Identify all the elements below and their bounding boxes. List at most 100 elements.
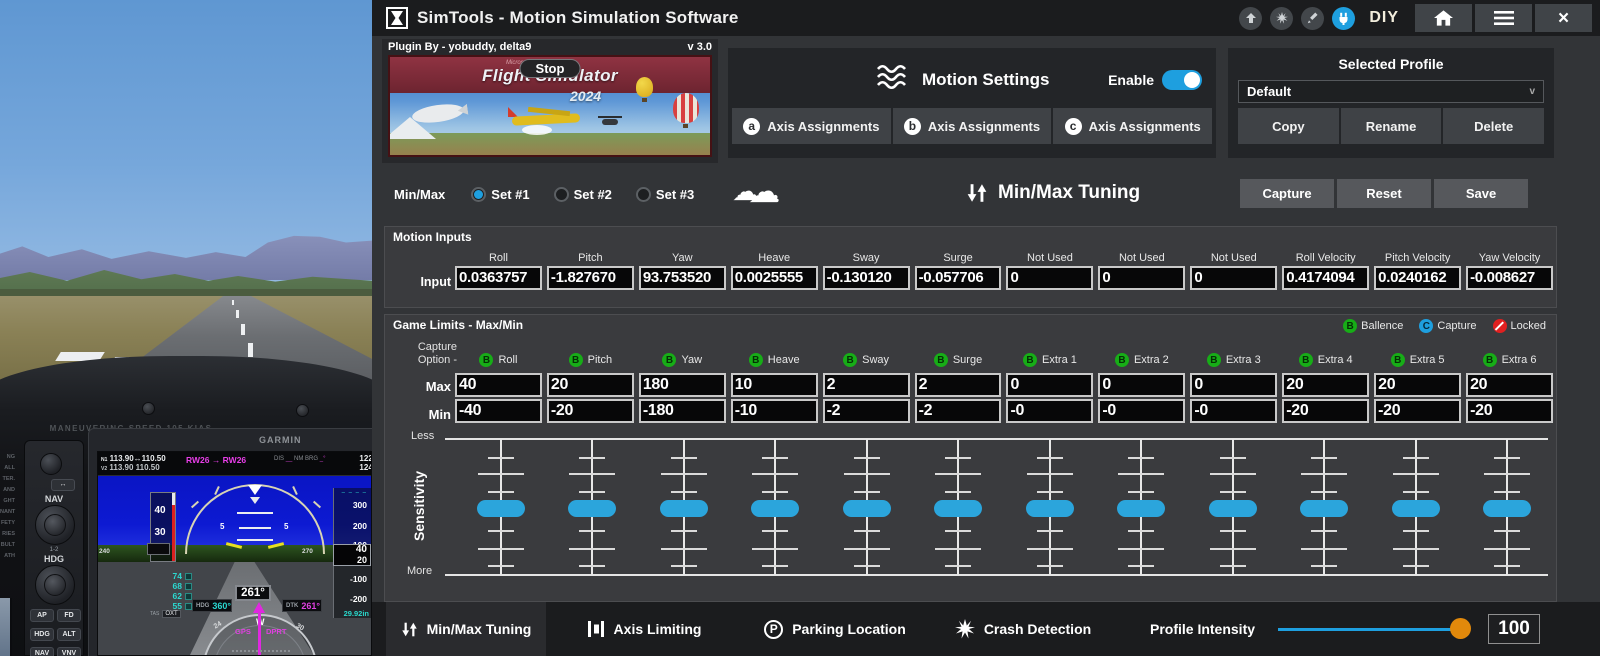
slider-handle[interactable] (934, 500, 982, 517)
hdg-button[interactable]: HDG (30, 628, 54, 641)
game-limit-min-value[interactable]: -20 (547, 399, 634, 423)
nav-button[interactable]: NAV (30, 647, 54, 656)
ballence-badge-icon[interactable]: B (934, 353, 948, 367)
ballence-badge-icon[interactable]: B (1115, 353, 1129, 367)
reset-button[interactable]: Reset (1337, 179, 1431, 208)
fd-button[interactable]: FD (57, 609, 81, 622)
ballence-badge-icon[interactable]: B (1483, 353, 1497, 367)
motion-input-value[interactable]: -0.008627 (1466, 266, 1553, 290)
close-button[interactable]: × (1535, 4, 1592, 32)
sensitivity-slider[interactable] (821, 439, 913, 575)
game-limit-min-value[interactable]: -10 (731, 399, 818, 423)
sensitivity-slider[interactable] (1187, 439, 1279, 575)
profile-intensity-knob[interactable] (1450, 618, 1471, 639)
game-limit-max-value[interactable]: 20 (547, 373, 634, 397)
slider-handle[interactable] (1117, 500, 1165, 517)
alt-button[interactable]: ALT (57, 628, 81, 641)
nav-knob[interactable] (35, 505, 75, 545)
sensitivity-slider[interactable] (1370, 439, 1462, 575)
game-limit-max-value[interactable]: 20 (1282, 373, 1369, 397)
menu-button[interactable] (1475, 4, 1532, 32)
motion-input-value[interactable]: 0 (1098, 266, 1185, 290)
game-limit-min-value[interactable]: -20 (1466, 399, 1553, 423)
sensitivity-slider[interactable] (1279, 439, 1371, 575)
slider-handle[interactable] (1209, 500, 1257, 517)
axis-assignments-c-button[interactable]: c Axis Assignments (1053, 108, 1212, 144)
ballence-badge-icon[interactable]: B (1207, 353, 1221, 367)
hdg-knob[interactable] (35, 565, 75, 605)
set2-radio[interactable]: Set #2 (554, 187, 612, 202)
sensitivity-slider[interactable] (1096, 439, 1188, 575)
capture-button[interactable]: Capture (1240, 179, 1334, 208)
slider-handle[interactable] (1300, 500, 1348, 517)
sensitivity-slider[interactable] (1462, 439, 1554, 575)
ballence-badge-icon[interactable]: B (1023, 353, 1037, 367)
ballence-badge-icon[interactable]: B (1391, 353, 1405, 367)
game-limit-max-value[interactable]: 0 (1098, 373, 1185, 397)
frequency-swap-button[interactable]: ↔ (51, 479, 75, 491)
game-limit-min-value[interactable]: -0 (1006, 399, 1093, 423)
slider-handle[interactable] (1026, 500, 1074, 517)
set3-radio[interactable]: Set #3 (636, 187, 694, 202)
game-limit-min-value[interactable]: -0 (1190, 399, 1277, 423)
motion-input-value[interactable]: -1.827670 (547, 266, 634, 290)
motion-input-value[interactable]: 0 (1190, 266, 1277, 290)
game-limit-max-value[interactable]: 0 (1006, 373, 1093, 397)
motion-input-value[interactable]: 0.4174094 (1282, 266, 1369, 290)
game-limit-max-value[interactable]: 20 (1374, 373, 1461, 397)
motion-input-value[interactable]: 0.0240162 (1374, 266, 1461, 290)
tab-minmax-tuning[interactable]: Min/Max Tuning (386, 602, 546, 656)
axis-assignments-a-button[interactable]: a Axis Assignments (732, 108, 891, 144)
plugin-icon[interactable] (1332, 7, 1355, 30)
motion-input-value[interactable]: -0.130120 (823, 266, 910, 290)
ballence-badge-icon[interactable]: B (662, 353, 676, 367)
slider-handle[interactable] (751, 500, 799, 517)
tab-axis-limiting[interactable]: Axis Limiting (558, 602, 730, 656)
weather-clouds-icon[interactable]: ☁☁ (732, 178, 784, 210)
ballence-badge-icon[interactable]: B (843, 353, 857, 367)
motion-input-value[interactable]: 0.0363757 (455, 266, 542, 290)
sensitivity-slider[interactable] (913, 439, 1005, 575)
profile-intensity-track[interactable] (1278, 628, 1464, 631)
slider-handle[interactable] (477, 500, 525, 517)
nav-knob-inner[interactable] (44, 514, 66, 536)
stop-button[interactable]: Stop (520, 59, 581, 78)
tab-crash-detection[interactable]: Crash Detection (934, 602, 1112, 656)
edit-icon[interactable] (1301, 7, 1324, 30)
update-icon[interactable] (1239, 7, 1262, 30)
slider-handle[interactable] (1483, 500, 1531, 517)
motion-input-value[interactable]: -0.057706 (915, 266, 1002, 290)
hdg-knob-inner[interactable] (44, 574, 66, 596)
axis-assignments-b-button[interactable]: b Axis Assignments (893, 108, 1052, 144)
motion-input-value[interactable]: 93.753520 (639, 266, 726, 290)
delete-button[interactable]: Delete (1443, 108, 1544, 144)
rename-button[interactable]: Rename (1341, 108, 1442, 144)
sensitivity-slider[interactable] (730, 439, 822, 575)
game-limit-min-value[interactable]: -2 (915, 399, 1002, 423)
home-button[interactable] (1415, 4, 1472, 32)
slider-handle[interactable] (660, 500, 708, 517)
motion-input-value[interactable]: 0.0025555 (731, 266, 818, 290)
enable-toggle[interactable] (1162, 70, 1202, 90)
game-limit-min-value[interactable]: -180 (639, 399, 726, 423)
game-limit-max-value[interactable]: 20 (1466, 373, 1553, 397)
save-button[interactable]: Save (1434, 179, 1528, 208)
game-limit-min-value[interactable]: -20 (1374, 399, 1461, 423)
profile-intensity-value[interactable]: 100 (1488, 614, 1540, 644)
volume-knob[interactable] (40, 453, 62, 475)
game-limit-max-value[interactable]: 10 (731, 373, 818, 397)
flight-sim-viewport[interactable]: MANEUVERING SPEED 105 KIAS NGALLTER.ANDG… (0, 0, 372, 656)
game-limit-min-value[interactable]: -2 (823, 399, 910, 423)
slider-handle[interactable] (1392, 500, 1440, 517)
ballence-badge-icon[interactable]: B (749, 353, 763, 367)
game-limit-min-value[interactable]: -40 (455, 399, 542, 423)
game-limit-max-value[interactable]: 2 (915, 373, 1002, 397)
set1-radio[interactable]: Set #1 (471, 187, 529, 202)
slider-handle[interactable] (568, 500, 616, 517)
sensitivity-slider[interactable] (638, 439, 730, 575)
tab-parking-location[interactable]: P Parking Location (742, 602, 928, 656)
game-limit-max-value[interactable]: 40 (455, 373, 542, 397)
burst-icon[interactable] (1270, 7, 1293, 30)
game-limit-min-value[interactable]: -0 (1098, 399, 1185, 423)
profile-select[interactable]: Default v (1238, 80, 1544, 103)
